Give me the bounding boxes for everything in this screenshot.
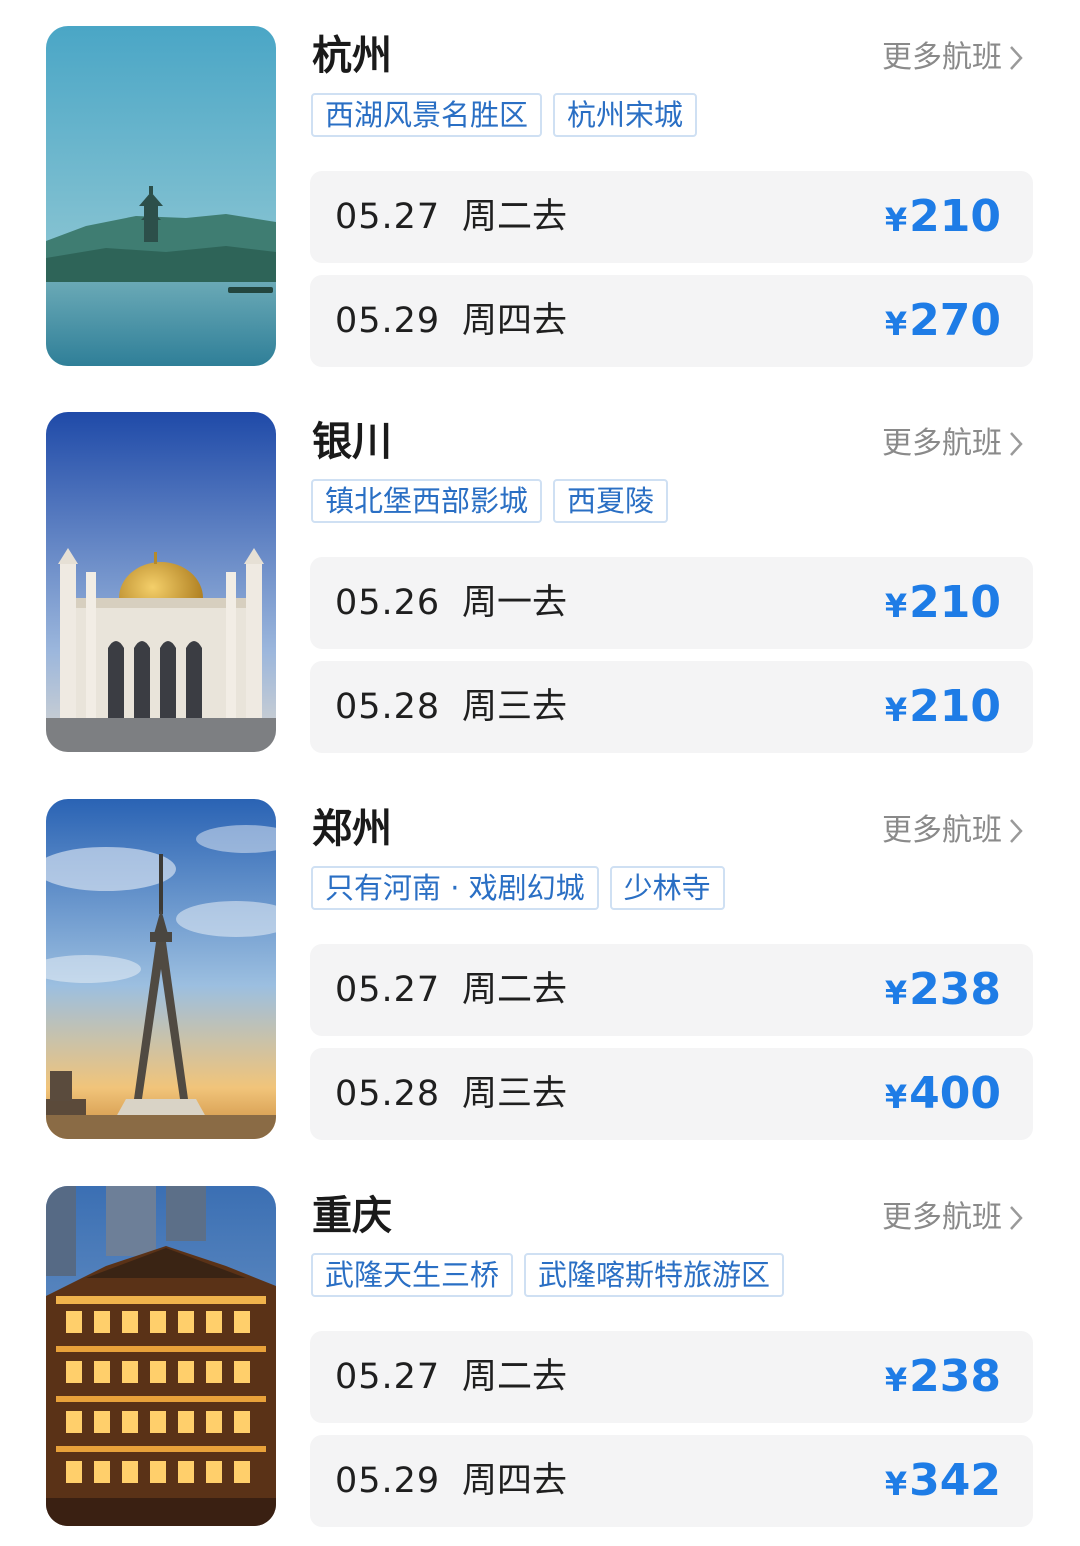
more-flights-label: 更多航班: [882, 1200, 1002, 1235]
more-flights-link[interactable]: 更多航班: [882, 38, 1024, 78]
flight-row[interactable]: 05.28 周三去 ¥400: [310, 1048, 1033, 1140]
city-name: 杭州: [312, 33, 392, 79]
flight-price: ¥210: [885, 171, 1001, 266]
currency-symbol: ¥: [884, 305, 908, 343]
flight-date: 05.29: [335, 301, 441, 341]
more-flights-link[interactable]: 更多航班: [882, 424, 1024, 464]
flight-price: ¥400: [885, 1048, 1001, 1143]
hongyadong-image: [46, 1186, 276, 1526]
flight-weekday: 周二去: [462, 1357, 568, 1397]
currency-symbol: ¥: [884, 1078, 908, 1116]
currency-symbol: ¥: [884, 587, 908, 625]
destination-card-yinchuan: 银川 更多航班 镇北堡西部影城 西夏陵 05.26 周一去 ¥210 05.28…: [0, 412, 1080, 753]
more-flights-link[interactable]: 更多航班: [882, 1198, 1024, 1238]
attraction-tags: 只有河南 · 戏剧幻城 少林寺: [311, 866, 725, 910]
currency-symbol: ¥: [884, 1361, 908, 1399]
destination-card-zhengzhou: 郑州 更多航班 只有河南 · 戏剧幻城 少林寺 05.27 周二去 ¥238 0…: [0, 799, 1080, 1140]
flight-row[interactable]: 05.28 周三去 ¥210: [310, 661, 1033, 753]
more-flights-link[interactable]: 更多航班: [882, 811, 1024, 851]
city-name: 银川: [312, 419, 392, 465]
flight-price: ¥238: [885, 944, 1001, 1039]
mosque-image: [46, 412, 276, 752]
flight-price: ¥270: [885, 275, 1001, 370]
chevron-right-icon: [1010, 46, 1023, 70]
price-value: 210: [909, 191, 1001, 242]
flight-price: ¥210: [885, 557, 1001, 652]
destination-photo-chongqing[interactable]: [46, 1186, 276, 1526]
flight-row[interactable]: 05.27 周二去 ¥238: [310, 1331, 1033, 1423]
destination-photo-yinchuan[interactable]: [46, 412, 276, 752]
flight-weekday: 周二去: [462, 197, 568, 237]
tv-tower-image: [46, 799, 276, 1139]
flight-row[interactable]: 05.26 周一去 ¥210: [310, 557, 1033, 649]
flight-date: 05.27: [335, 1357, 441, 1397]
flight-weekday: 周三去: [462, 1074, 568, 1114]
attraction-tag[interactable]: 杭州宋城: [553, 93, 698, 137]
flight-weekday: 周四去: [462, 1461, 568, 1501]
flight-date: 05.28: [335, 1074, 441, 1114]
currency-symbol: ¥: [884, 1465, 908, 1503]
price-value: 210: [909, 577, 1001, 628]
city-name: 重庆: [312, 1193, 392, 1239]
price-value: 238: [909, 964, 1001, 1015]
chevron-right-icon: [1010, 819, 1023, 843]
attraction-tag[interactable]: 只有河南 · 戏剧幻城: [311, 866, 599, 910]
price-value: 238: [909, 1351, 1001, 1402]
flight-weekday: 周四去: [462, 301, 568, 341]
flight-row[interactable]: 05.29 周四去 ¥270: [310, 275, 1033, 367]
attraction-tag[interactable]: 少林寺: [609, 866, 725, 910]
flight-date: 05.26: [335, 583, 441, 623]
attraction-tag[interactable]: 镇北堡西部影城: [311, 479, 543, 523]
flight-price: ¥342: [885, 1435, 1001, 1530]
price-value: 342: [909, 1455, 1001, 1506]
attraction-tags: 西湖风景名胜区 杭州宋城: [311, 93, 698, 137]
destination-list: 杭州 更多航班 西湖风景名胜区 杭州宋城 05.27 周二去 ¥210 05.2…: [0, 0, 1080, 1546]
attraction-tag[interactable]: 武隆天生三桥: [311, 1253, 514, 1297]
currency-symbol: ¥: [884, 691, 908, 729]
flight-row[interactable]: 05.27 周二去 ¥210: [310, 171, 1033, 263]
chevron-right-icon: [1010, 432, 1023, 456]
chevron-right-icon: [1010, 1206, 1023, 1230]
flight-price: ¥238: [885, 1331, 1001, 1426]
flight-weekday: 周一去: [462, 583, 568, 623]
more-flights-label: 更多航班: [882, 813, 1002, 848]
flight-weekday: 周三去: [462, 687, 568, 727]
destination-photo-zhengzhou[interactable]: [46, 799, 276, 1139]
price-value: 270: [909, 295, 1001, 346]
city-name: 郑州: [312, 806, 392, 852]
flight-date: 05.29: [335, 1461, 441, 1501]
flight-date: 05.27: [335, 197, 441, 237]
attraction-tag[interactable]: 西湖风景名胜区: [311, 93, 543, 137]
destination-card-chongqing: 重庆 更多航班 武隆天生三桥 武隆喀斯特旅游区 05.27 周二去 ¥238 0…: [0, 1186, 1080, 1527]
more-flights-label: 更多航班: [882, 426, 1002, 461]
flight-row[interactable]: 05.29 周四去 ¥342: [310, 1435, 1033, 1527]
flight-price: ¥210: [885, 661, 1001, 756]
destination-card-hangzhou: 杭州 更多航班 西湖风景名胜区 杭州宋城 05.27 周二去 ¥210 05.2…: [0, 26, 1080, 367]
flight-row[interactable]: 05.27 周二去 ¥238: [310, 944, 1033, 1036]
destination-photo-hangzhou[interactable]: [46, 26, 276, 366]
attraction-tag[interactable]: 武隆喀斯特旅游区: [524, 1253, 785, 1297]
flight-date: 05.28: [335, 687, 441, 727]
flight-weekday: 周二去: [462, 970, 568, 1010]
attraction-tag[interactable]: 西夏陵: [553, 479, 669, 523]
price-value: 210: [909, 681, 1001, 732]
west-lake-pagoda-image: [46, 26, 276, 366]
attraction-tags: 镇北堡西部影城 西夏陵: [311, 479, 669, 523]
flight-date: 05.27: [335, 970, 441, 1010]
more-flights-label: 更多航班: [882, 40, 1002, 75]
currency-symbol: ¥: [884, 201, 908, 239]
currency-symbol: ¥: [884, 974, 908, 1012]
attraction-tags: 武隆天生三桥 武隆喀斯特旅游区: [311, 1253, 785, 1297]
price-value: 400: [909, 1068, 1001, 1119]
